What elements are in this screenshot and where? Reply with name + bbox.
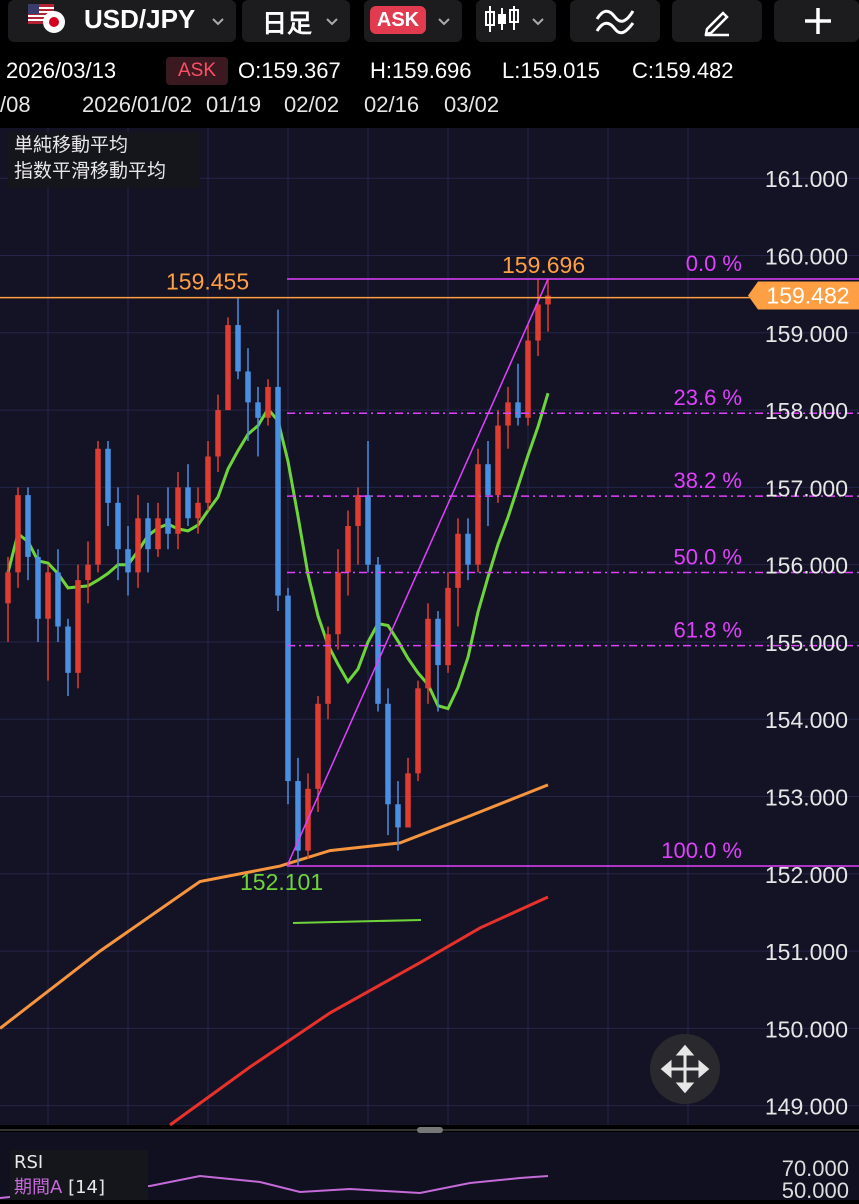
indicator-legend[interactable]: 単純移動平均 指数平滑移動平均 <box>8 132 200 188</box>
candle-body <box>55 572 61 627</box>
candle-body <box>235 325 241 372</box>
swing-high-label: 159.696 <box>502 252 585 278</box>
candle-body <box>25 495 31 557</box>
candle-body <box>265 386 271 418</box>
pane-resize-handle <box>417 1127 443 1133</box>
candle-body <box>245 371 251 403</box>
candle-body <box>35 556 41 619</box>
candle-body <box>175 487 181 534</box>
candle-body <box>85 564 91 581</box>
candle-body <box>365 495 371 565</box>
fib-level-label: 38.2 % <box>674 468 743 493</box>
candle-body <box>185 487 191 519</box>
candle-body <box>45 572 51 619</box>
candle-body <box>205 456 211 503</box>
candle-body <box>115 502 121 550</box>
candle-body <box>475 464 481 565</box>
candle-body <box>155 518 161 550</box>
candle-body <box>545 295 551 305</box>
move-button[interactable] <box>650 1034 720 1104</box>
candle-body <box>225 325 231 411</box>
candle-body <box>485 464 491 496</box>
current-price-label: 159.482 <box>766 283 849 309</box>
candle-body <box>285 595 291 782</box>
candle-body <box>495 425 501 496</box>
fib-level-label: 23.6 % <box>674 385 743 410</box>
candle-body <box>445 587 451 666</box>
y-axis-tick-label: 157.000 <box>765 475 848 501</box>
rsi-period-label: 期間A <box>14 1177 63 1198</box>
candle-body <box>435 618 441 666</box>
candle-body <box>5 572 11 604</box>
candle-body <box>425 618 431 689</box>
rsi-period-row: 期間A [14] <box>14 1175 148 1200</box>
candle-body <box>455 533 461 588</box>
y-axis-tick-label: 152.000 <box>765 862 848 888</box>
candle-body <box>215 410 221 457</box>
y-axis-tick-label: 154.000 <box>765 707 848 733</box>
rsi-legend[interactable]: RSI 期間A [14] <box>10 1150 148 1200</box>
y-axis-tick-label: 156.000 <box>765 553 848 579</box>
candle-body <box>405 773 411 828</box>
candle-body <box>65 626 71 673</box>
fib-level-label: 61.8 % <box>674 618 743 643</box>
candle-body <box>355 495 361 527</box>
fib-level-label: 50.0 % <box>674 544 743 569</box>
candle-body <box>95 448 101 565</box>
y-axis-tick-label: 149.000 <box>765 1094 848 1120</box>
candle-body <box>105 448 111 503</box>
candle-body <box>415 688 421 774</box>
candle-body <box>75 580 81 673</box>
fib-level-label: 100.0 % <box>661 838 742 863</box>
candle-body <box>385 703 391 805</box>
y-axis-tick-label: 160.000 <box>765 244 848 270</box>
candle-body <box>145 518 151 550</box>
swing-low-label: 152.101 <box>240 869 323 895</box>
candle-body <box>275 386 281 596</box>
candle-body <box>315 703 321 789</box>
ema-label: 指数平滑移動平均 <box>14 160 167 182</box>
move-arrows-icon <box>660 1044 710 1094</box>
y-axis-tick-label: 150.000 <box>765 1016 848 1042</box>
candle-body <box>125 549 131 573</box>
candle-body <box>505 402 511 426</box>
candle-body <box>165 518 171 534</box>
candle-body <box>325 634 331 704</box>
candle-body <box>515 402 521 418</box>
candle-body <box>345 526 351 573</box>
fib-level-label: 0.0 % <box>686 251 742 276</box>
candle-body <box>525 340 531 418</box>
sma-label: 単純移動平均 <box>14 134 129 156</box>
candle-body <box>255 402 261 418</box>
rsi-period-value: [14] <box>68 1177 106 1198</box>
rsi-title: RSI <box>14 1152 44 1173</box>
y-axis-tick-label: 151.000 <box>765 939 848 965</box>
candle-body <box>465 533 471 565</box>
rsi-level-50: 50.000 <box>781 1178 849 1203</box>
candle-body <box>375 564 381 704</box>
y-axis-tick-label: 159.000 <box>765 321 848 347</box>
candle-body <box>335 572 341 635</box>
prev-high-label: 159.455 <box>166 269 249 295</box>
candle-body <box>15 495 21 573</box>
y-axis-tick-label: 158.000 <box>765 398 848 424</box>
y-axis-tick-label: 155.000 <box>765 630 848 656</box>
candle-body <box>395 804 401 828</box>
y-axis-tick-label: 153.000 <box>765 785 848 811</box>
y-axis-tick-label: 161.000 <box>765 166 848 192</box>
candle-body <box>195 502 201 519</box>
candle-body <box>535 304 541 341</box>
candle-body <box>135 518 141 573</box>
